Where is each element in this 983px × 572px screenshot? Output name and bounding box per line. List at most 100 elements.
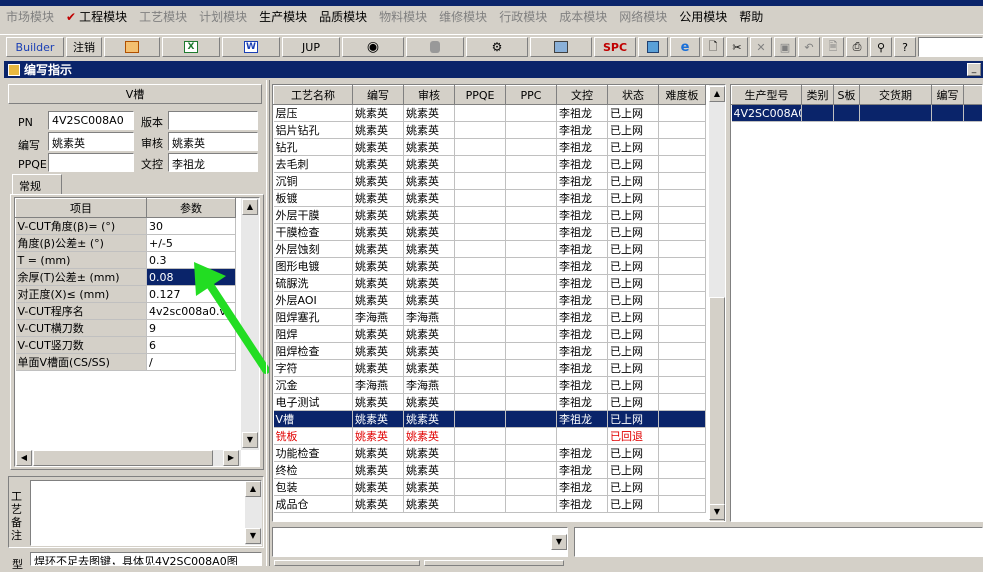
excel-button[interactable]: X [162,37,220,57]
bottom-combo-left[interactable]: ▼ [272,527,568,557]
process-vscroll[interactable]: ▲ ▼ [709,85,726,521]
combo-dropdown-button[interactable]: ▼ [551,534,567,550]
hscroll-thumb[interactable] [33,450,213,466]
process-header-cell[interactable]: 工艺名称 [274,86,353,105]
process-header-cell[interactable]: 状态 [608,86,659,105]
version-field[interactable] [168,111,258,130]
process-row[interactable]: 铣板姚素英姚素英已回退 [274,428,706,445]
report-button[interactable] [104,37,160,57]
menu-item-10[interactable]: 网络模块 [613,8,673,25]
tools-button[interactable]: ⚙ [466,37,528,57]
undo-button[interactable]: ↶ [798,37,820,57]
scroll-down-button[interactable]: ▼ [242,432,258,448]
bottom-combo-right[interactable] [574,527,983,557]
bottom-note[interactable]: 焊环不足去图键，具体见4V2SC008A0图 [30,552,262,566]
pn-field[interactable]: 4V2SC008A0 [48,111,134,130]
spc-button[interactable]: SPC [594,37,636,57]
computer-button[interactable] [530,37,592,57]
param-row[interactable]: V-CUT角度(β)= (°)30 [16,218,236,235]
process-row[interactable]: 去毛刺姚素英姚素英李祖龙已上网 [274,156,706,173]
process-row[interactable]: 阻焊检查姚素英姚素英李祖龙已上网 [274,343,706,360]
param-value-cell[interactable]: +/-5 [147,235,236,252]
menu-item-2[interactable]: 工艺模块 [133,8,193,25]
process-row[interactable]: 板镀姚素英姚素英李祖龙已上网 [274,190,706,207]
process-header-cell[interactable]: 审核 [404,86,455,105]
find-button[interactable]: ⚲ [870,37,892,57]
tab-general[interactable]: 常规 [12,174,62,195]
calc-button[interactable] [638,37,668,57]
process-header-cell[interactable]: 难度板 [659,86,706,105]
process-row[interactable]: 外层蚀刻姚素英姚素英李祖龙已上网 [274,241,706,258]
process-row[interactable]: 铝片钻孔姚素英姚素英李祖龙已上网 [274,122,706,139]
database-button[interactable] [406,37,464,57]
param-header-value[interactable]: 参数 [147,199,236,218]
param-header-item[interactable]: 项目 [16,199,147,218]
process-row[interactable]: 硫脲洗姚素英姚素英李祖龙已上网 [274,275,706,292]
process-row[interactable]: 外层干膜姚素英姚素英李祖龙已上网 [274,207,706,224]
process-row[interactable]: 阻焊姚素英姚素英李祖龙已上网 [274,326,706,343]
jup-button[interactable]: JUP [282,37,340,57]
order-header-cell[interactable]: 类别 [802,86,834,105]
process-header-cell[interactable]: PPQE [455,86,506,105]
process-scroll-down[interactable]: ▼ [709,504,725,520]
process-row[interactable]: 阻焊塞孔李海燕李海燕李祖龙已上网 [274,309,706,326]
param-value-cell[interactable]: 30 [147,218,236,235]
process-row[interactable]: 钻孔姚素英姚素英李祖龙已上网 [274,139,706,156]
process-header-cell[interactable]: PPC [506,86,557,105]
splitter[interactable] [266,80,270,566]
doc-control-field[interactable]: 李祖龙 [168,153,258,172]
menu-item-12[interactable]: 帮助 [733,8,769,25]
order-header-cell[interactable]: 生产型号 [732,86,802,105]
param-row[interactable]: 角度(β)公差± (°)+/-5 [16,235,236,252]
process-row[interactable]: 沉铜姚素英姚素英李祖龙已上网 [274,173,706,190]
process-scroll-thumb[interactable] [709,297,725,522]
scroll-right-button[interactable]: ▶ [223,450,239,466]
remark-scroll-up[interactable]: ▲ [245,481,261,497]
save-button[interactable]: ▣ [774,37,796,57]
menu-item-9[interactable]: 成本模块 [553,8,613,25]
process-row[interactable]: 终检姚素英姚素英李祖龙已上网 [274,462,706,479]
author-field[interactable]: 姚素英 [48,132,134,151]
ppqe-field[interactable] [48,153,134,172]
remark-textarea[interactable]: ▲ ▼ [30,480,262,546]
process-row[interactable]: V槽姚素英姚素英李祖龙已上网 [274,411,706,428]
delete-button[interactable]: ✕ [750,37,772,57]
toolbar-input[interactable] [918,37,983,57]
process-row[interactable]: 沉金李海燕李海燕李祖龙已上网 [274,377,706,394]
scroll-up-button[interactable]: ▲ [242,199,258,215]
menu-item-6[interactable]: 物料模块 [373,8,433,25]
menu-item-3[interactable]: 计划模块 [193,8,253,25]
process-row[interactable]: 功能检查姚素英姚素英李祖龙已上网 [274,445,706,462]
menu-item-11[interactable]: 公用模块 [673,8,733,25]
minimize-button[interactable]: _ [967,63,981,76]
order-header-cell[interactable]: 军品 [964,86,983,105]
process-row[interactable]: 字符姚素英姚素英李祖龙已上网 [274,360,706,377]
cut-button[interactable]: ✂ [726,37,748,57]
remark-scroll-down[interactable]: ▼ [245,528,261,544]
word-button[interactable]: W [222,37,280,57]
process-row[interactable]: 成品仓姚素英姚素英李祖龙已上网 [274,496,706,513]
web-button[interactable]: e [670,37,700,57]
menu-item-1[interactable]: ✔工程模块 [60,8,133,25]
menu-item-5[interactable]: 品质模块 [313,8,373,25]
process-header-cell[interactable]: 编写 [353,86,404,105]
process-row[interactable]: 层压姚素英姚素英李祖龙已上网 [274,105,706,122]
process-scroll-up[interactable]: ▲ [709,86,725,102]
menu-item-4[interactable]: 生产模块 [253,8,313,25]
process-row[interactable]: 包装姚素英姚素英李祖龙已上网 [274,479,706,496]
menu-item-7[interactable]: 维修模块 [433,8,493,25]
builder-button[interactable]: Builder [6,37,64,57]
process-row[interactable]: 外层AOI姚素英姚素英李祖龙已上网 [274,292,706,309]
preview-button[interactable]: 🗎 [822,37,844,57]
process-row[interactable]: 电子测试姚素英姚素英李祖龙已上网 [274,394,706,411]
scroll-left-button[interactable]: ◀ [16,450,32,466]
new-button[interactable]: 🗋 [702,37,724,57]
process-header-cell[interactable]: 文控 [557,86,608,105]
review-field[interactable]: 姚素英 [168,132,258,151]
order-header-cell[interactable]: S板 [834,86,860,105]
order-header-cell[interactable]: 编写 [932,86,964,105]
view-button[interactable]: ◉ [342,37,404,57]
menu-item-0[interactable]: 市场模块 [0,8,60,25]
order-row[interactable]: 4V2SC008A0 [732,105,983,122]
process-row[interactable]: 干膜检查姚素英姚素英李祖龙已上网 [274,224,706,241]
